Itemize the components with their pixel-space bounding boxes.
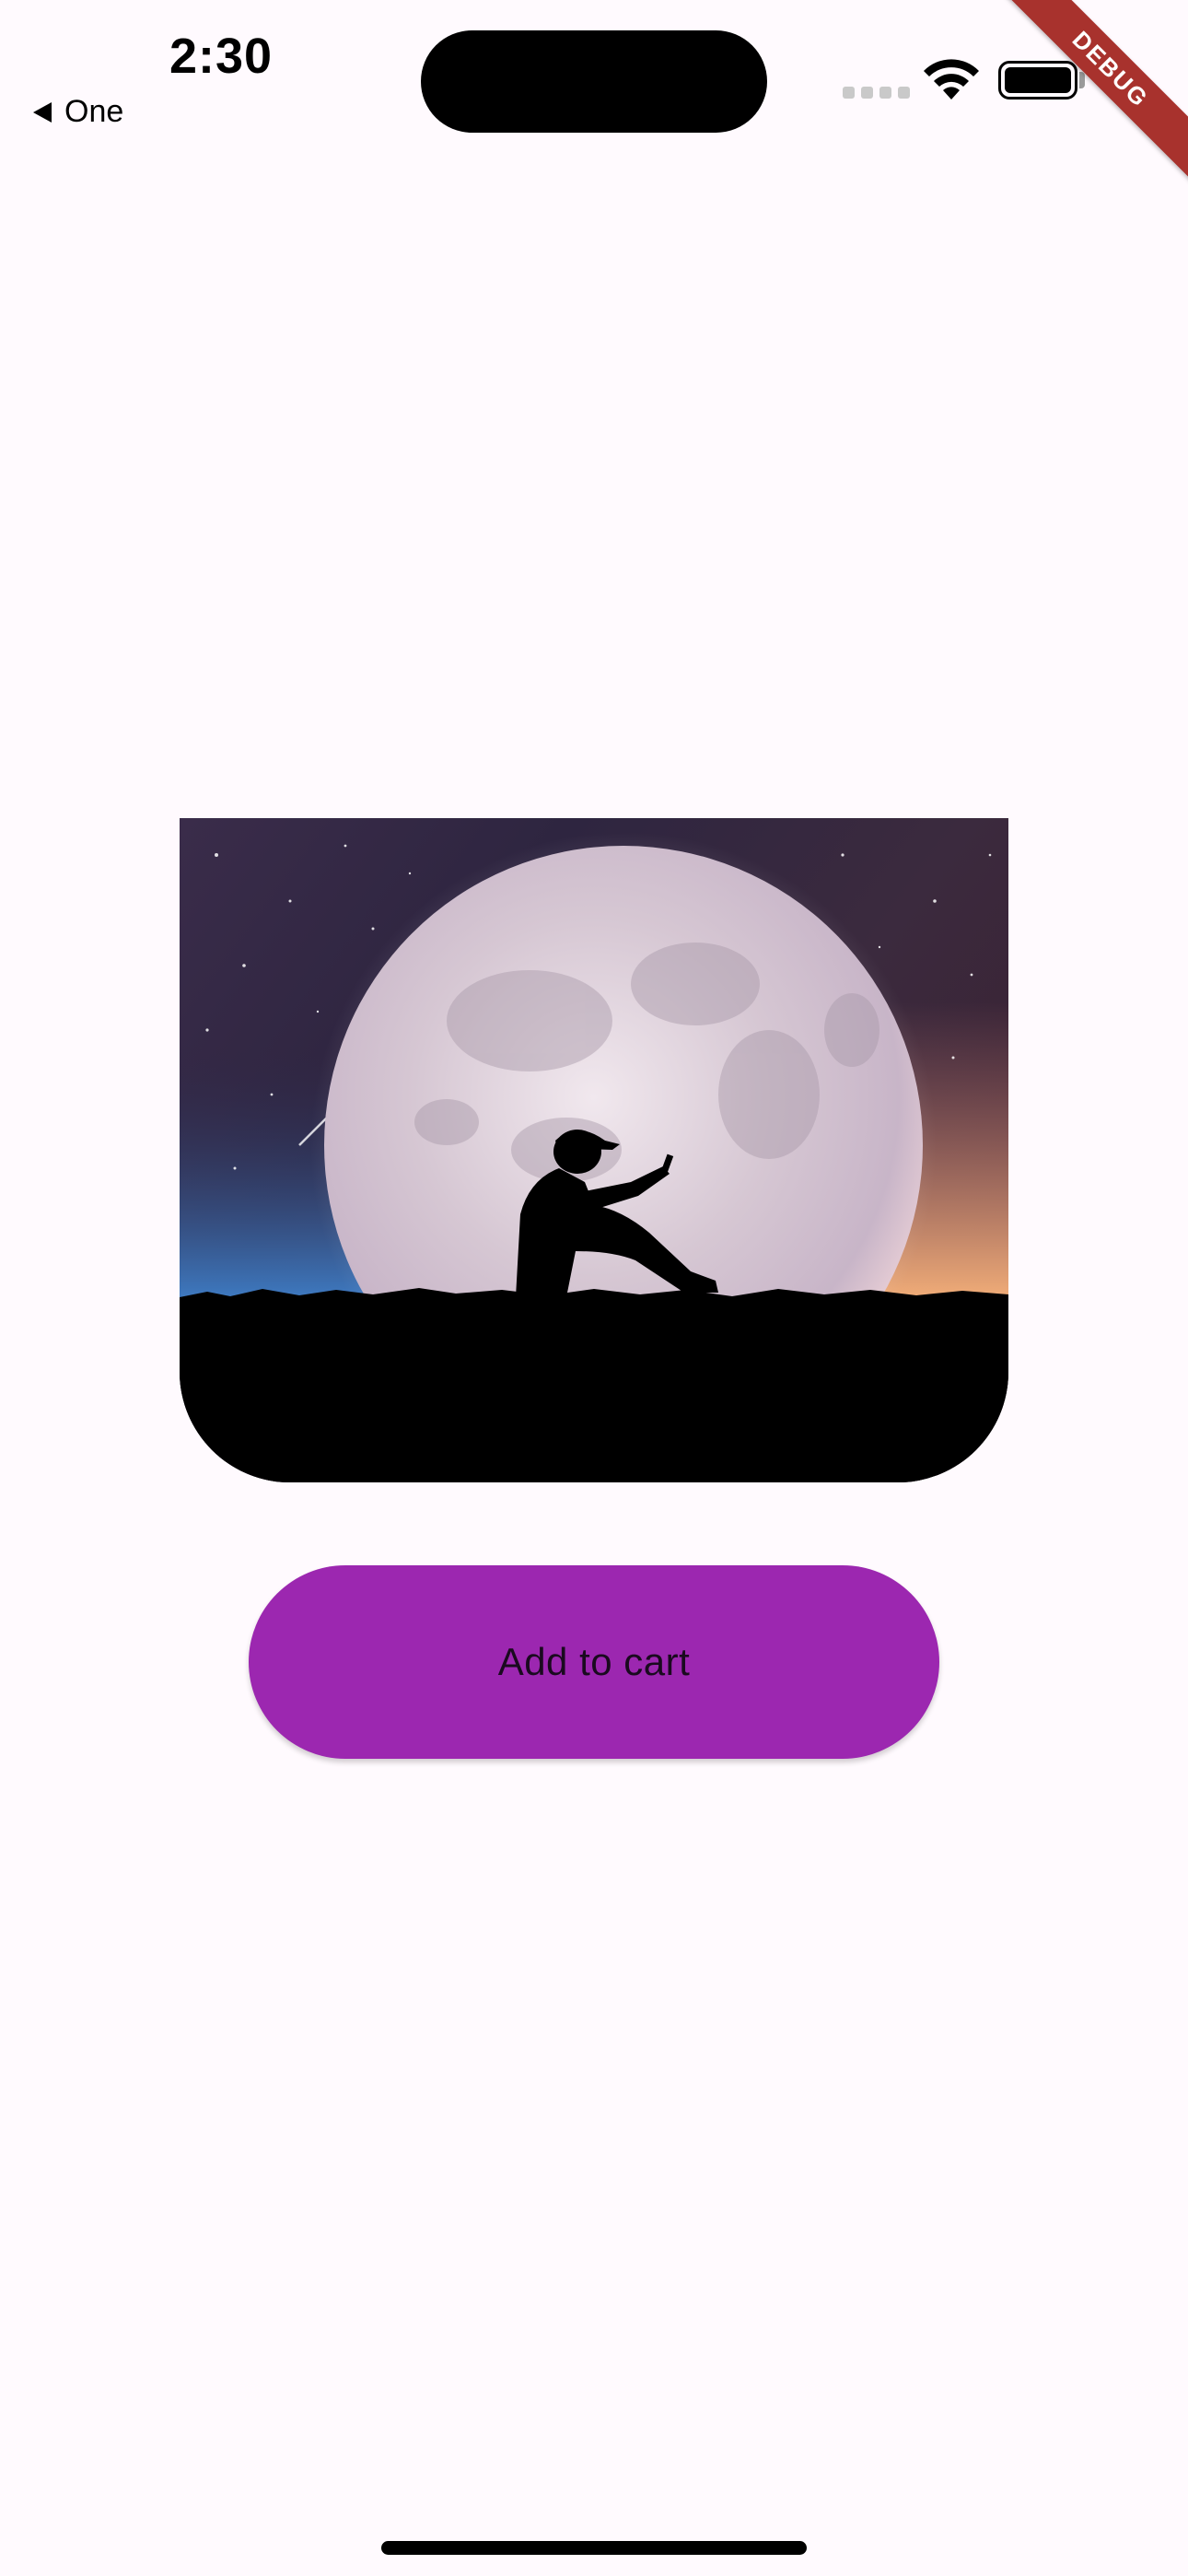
back-arrow-icon <box>33 101 52 123</box>
back-button[interactable]: One <box>33 94 123 130</box>
battery-icon <box>998 61 1077 100</box>
status-time: 2:30 <box>169 29 274 84</box>
moon-silhouette-image <box>180 818 1008 1482</box>
battery-nub <box>1079 72 1085 88</box>
home-indicator <box>381 2541 807 2555</box>
wifi-icon <box>924 59 979 100</box>
add-to-cart-button[interactable]: Add to cart <box>249 1565 939 1759</box>
dynamic-island <box>421 30 767 133</box>
product-image <box>180 818 1008 1482</box>
back-label: One <box>64 94 124 129</box>
signal-icon <box>843 87 910 99</box>
app-screen: 2:30 One DEBUG Add to cart <box>0 0 1188 2576</box>
